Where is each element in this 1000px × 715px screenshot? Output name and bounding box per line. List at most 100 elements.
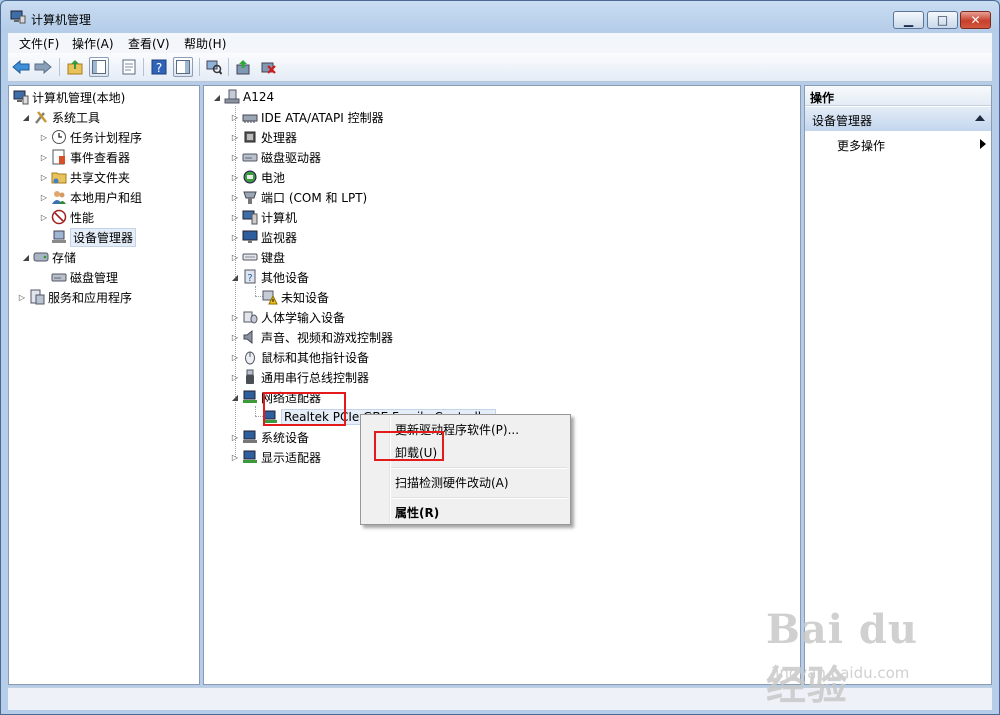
actions-section-device-manager[interactable]: 设备管理器 [805,107,991,131]
expand-arrow-icon[interactable]: ▷ [230,133,240,142]
close-button[interactable]: ✕ [960,11,991,29]
expand-arrow-icon[interactable]: ▷ [39,213,49,222]
expand-arrow-icon[interactable]: ▷ [230,433,240,442]
device-category-system[interactable]: ▷ 系统设备 [230,428,309,446]
menu-help[interactable]: 帮助(H) [184,35,226,52]
hid-icon [242,309,258,325]
expand-arrow-icon[interactable]: ▷ [230,333,240,342]
context-item-properties[interactable]: 属性(R) [395,504,439,521]
expand-arrow-icon[interactable]: ▷ [230,173,240,182]
collapse-arrow-icon[interactable]: ◢ [21,113,31,122]
expand-arrow-icon[interactable]: ▷ [230,193,240,202]
expand-arrow-icon[interactable]: ▷ [230,253,240,262]
more-actions-link[interactable]: 更多操作 [837,137,885,154]
actions-section-label: 设备管理器 [812,114,873,128]
device-category-monitors[interactable]: ▷ 监视器 [230,228,297,246]
expand-arrow-icon[interactable]: ▷ [230,373,240,382]
title-bar[interactable]: 计算机管理 ▁ □ ✕ [1,1,999,33]
device-category-ports[interactable]: ▷ 端口 (COM 和 LPT) [230,188,367,206]
computer-mgmt-icon [13,89,29,105]
help-icon[interactable]: ? [149,57,169,77]
expand-arrow-icon[interactable]: ▷ [230,113,240,122]
computer-icon [224,89,240,105]
expand-arrow-icon[interactable]: ▷ [17,293,27,302]
expand-arrow-icon[interactable]: ▷ [230,313,240,322]
expand-arrow-icon[interactable]: ▷ [39,153,49,162]
device-category-processor[interactable]: ▷ 处理器 [230,128,297,146]
disk-mgmt-icon [51,269,67,285]
device-category-disk-drives[interactable]: ▷ 磁盘驱动器 [230,148,321,166]
tools-icon [33,109,49,125]
expand-arrow-icon[interactable]: ▷ [230,453,240,462]
watermark-logo-text: Bai du 经验 [766,606,918,709]
tree-item-performance[interactable]: ▷ 性能 [39,208,94,226]
tree-item-system-tools[interactable]: ◢ 系统工具 [21,108,100,126]
tree-item-task-scheduler[interactable]: ▷ 任务计划程序 [39,128,142,146]
collapse-arrow-icon[interactable]: ◢ [230,273,240,282]
show-console-tree-icon[interactable] [89,57,109,77]
tree-item-storage[interactable]: ◢ 存储 [21,248,76,266]
expand-arrow-icon[interactable]: ▷ [39,193,49,202]
device-category-other[interactable]: ◢ ? 其他设备 [230,268,309,286]
tree-item-device-manager[interactable]: 设备管理器 [49,227,137,247]
properties-sheet-icon[interactable] [119,57,139,77]
tree-item-shared-folders[interactable]: ▷ 共享文件夹 [39,168,130,186]
network-adapter-icon [242,389,258,405]
menu-file[interactable]: 文件(F) [19,35,59,52]
scan-hardware-icon[interactable] [204,57,224,77]
up-folder-icon[interactable] [65,57,85,77]
actions-pane: 操作 设备管理器 更多操作 [804,85,992,685]
expand-arrow-icon[interactable]: ▷ [230,213,240,222]
tree-item-services-apps[interactable]: ▷ 服务和应用程序 [17,288,132,306]
menu-bar: 文件(F) 操作(A) 查看(V) 帮助(H) [8,33,992,53]
device-manager-icon [51,229,67,245]
tree-root-computer[interactable]: ◢ A124 [212,88,274,106]
back-arrow-icon[interactable] [11,57,31,77]
show-action-pane-icon[interactable] [173,57,193,77]
performance-icon [51,209,67,225]
tree-item-event-viewer[interactable]: ▷ 事件查看器 [39,148,130,166]
expand-arrow-icon[interactable]: ▷ [230,353,240,362]
device-category-mice[interactable]: ▷ 鼠标和其他指针设备 [230,348,369,366]
device-category-hid[interactable]: ▷ 人体学输入设备 [230,308,345,326]
forward-arrow-icon[interactable] [33,57,53,77]
speaker-icon [242,329,258,345]
expand-arrow-icon[interactable]: ▷ [39,133,49,142]
device-category-keyboards[interactable]: ▷ 键盘 [230,248,285,266]
context-item-scan-hardware[interactable]: 扫描检测硬件改动(A) [395,474,509,491]
device-category-usb[interactable]: ▷ 通用串行总线控制器 [230,368,369,386]
device-category-sound[interactable]: ▷ 声音、视频和游戏控制器 [230,328,393,346]
menu-view[interactable]: 查看(V) [128,35,170,52]
computer-management-window: 计算机管理 ▁ □ ✕ 文件(F) 操作(A) 查看(V) 帮助(H) ? 计算… [0,0,1000,715]
collapse-arrow-icon[interactable]: ◢ [230,393,240,402]
system-device-icon [242,429,258,445]
submenu-arrow-icon[interactable] [980,139,986,149]
battery-icon [242,169,258,185]
device-category-battery[interactable]: ▷ 电池 [230,168,285,186]
update-driver-icon[interactable] [233,57,253,77]
expand-arrow-icon[interactable]: ▷ [230,153,240,162]
collapse-triangle-icon[interactable] [975,115,985,121]
clock-icon [51,129,67,145]
collapse-arrow-icon[interactable]: ◢ [21,253,31,262]
maximize-button[interactable]: □ [927,11,958,29]
users-icon [51,189,67,205]
menu-action[interactable]: 操作(A) [72,35,114,52]
disk-drive-icon [242,149,258,165]
window-title: 计算机管理 [31,13,92,27]
device-category-ide[interactable]: ▷ IDE ATA/ATAPI 控制器 [230,108,384,126]
tree-item-computer-management[interactable]: 计算机管理(本地) [11,88,125,106]
tree-item-local-users[interactable]: ▷ 本地用户和组 [39,188,142,206]
tree-item-disk-management[interactable]: 磁盘管理 [49,268,118,286]
services-icon [29,289,45,305]
collapse-arrow-icon[interactable]: ◢ [212,93,222,102]
device-unknown[interactable]: 未知设备 [260,288,329,306]
expand-arrow-icon[interactable]: ▷ [230,233,240,242]
svg-text:?: ? [247,273,252,284]
device-category-display[interactable]: ▷ 显示适配器 [230,448,321,466]
device-category-computer[interactable]: ▷ 计算机 [230,208,297,226]
uninstall-device-icon[interactable] [258,57,278,77]
console-tree-pane: 计算机管理(本地) ◢ 系统工具 ▷ 任务计划程序 ▷ 事件查看器 ▷ 共享文件… [8,85,200,685]
minimize-button[interactable]: ▁ [893,11,924,29]
expand-arrow-icon[interactable]: ▷ [39,173,49,182]
